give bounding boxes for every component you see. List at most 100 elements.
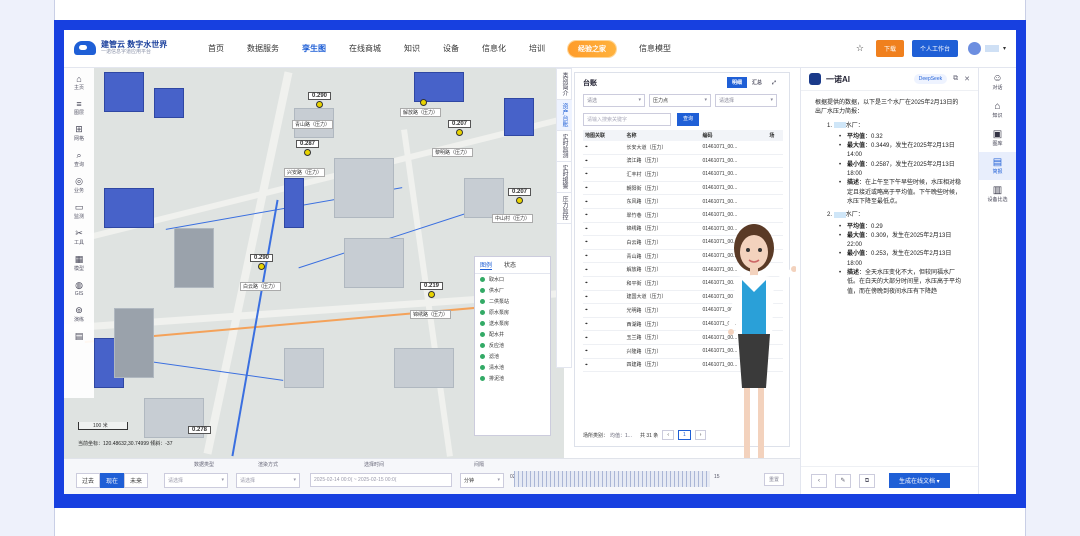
legend-item[interactable]: 滤池 xyxy=(475,351,550,362)
pressure-pin[interactable] xyxy=(420,98,427,106)
tool-query[interactable]: ⌕ 查询 xyxy=(74,150,84,168)
pressure-pin[interactable]: 0.290 xyxy=(308,92,332,108)
legend-item[interactable]: 取水口 xyxy=(475,274,550,285)
status-tab[interactable]: 状态 xyxy=(504,260,516,270)
nav-knowledge[interactable]: 知识 xyxy=(404,43,420,54)
chevron-down-icon[interactable]: ▾ xyxy=(1003,45,1006,52)
pressure-pin[interactable]: 0.290 xyxy=(250,254,274,270)
next-page-button[interactable]: › xyxy=(694,430,707,440)
tab-realtime-monitor[interactable]: 实时监测 xyxy=(557,131,572,162)
rail-chat[interactable]: ☺ 对话 xyxy=(979,68,1016,96)
map-pin-icon[interactable]: ⌖ xyxy=(583,208,625,223)
window-icon[interactable]: ⧉ xyxy=(953,75,958,83)
filter-select-3[interactable]: 请选择 ▾ xyxy=(715,94,777,107)
rail-report[interactable]: ▤ 简报 xyxy=(979,152,1016,180)
now-button[interactable]: 现在 xyxy=(100,473,125,488)
nav-informatization[interactable]: 信息化 xyxy=(482,43,506,54)
legend-item[interactable]: 反应池 xyxy=(475,340,550,351)
workspace-button[interactable]: 个人工作台 xyxy=(911,40,958,57)
tab-category-intro[interactable]: 类别简介 xyxy=(557,69,572,100)
map-pin-icon[interactable]: ⌖ xyxy=(583,181,625,196)
rail-knowledge[interactable]: ⌂ 知识 xyxy=(979,96,1016,124)
tab-summary[interactable]: 汇总 xyxy=(747,77,767,88)
pressure-pin[interactable]: 0.278 xyxy=(188,426,212,434)
map-pin-icon[interactable]: ⌖ xyxy=(583,154,625,169)
tool-tools[interactable]: ✂ 工具 xyxy=(74,228,84,246)
generate-doc-button[interactable]: 生成在线文档 ▾ xyxy=(889,473,950,488)
map-pin-icon[interactable]: ⌖ xyxy=(583,330,625,345)
tool-trash[interactable]: ▤ xyxy=(75,331,84,342)
legend-tab[interactable]: 图例 xyxy=(480,260,493,270)
map-pin-icon[interactable]: ⌖ xyxy=(583,262,625,277)
map-pin-icon[interactable]: ⌖ xyxy=(583,167,625,182)
tab-realtime-alarm[interactable]: 实时报警 xyxy=(557,162,572,193)
rail-gallery[interactable]: ▣ 图库 xyxy=(979,124,1016,152)
twin-map[interactable]: 0.290 青山路（压力） 0.287 兴安路（压力） 解放路（压力） 0.20… xyxy=(64,68,564,458)
tab-detail[interactable]: 明细 xyxy=(726,77,747,88)
table-row[interactable]: ⌖ 滨江路（压力） 01461071_00... xyxy=(583,154,783,169)
expand-icon[interactable]: ⤢ xyxy=(767,78,781,88)
map-pin-icon[interactable]: ⌖ xyxy=(583,358,625,373)
data-type-select[interactable]: 请选择 ▾ xyxy=(164,473,228,488)
pressure-pin[interactable]: 0.287 xyxy=(296,140,320,156)
legend-item[interactable]: 供水厂 xyxy=(475,285,550,296)
tool-monitor[interactable]: ▭ 监测 xyxy=(74,202,84,220)
star-icon[interactable]: ☆ xyxy=(856,43,864,54)
map-pin-icon[interactable]: ⌖ xyxy=(583,194,625,209)
tool-layer[interactable]: ≡ 图层 xyxy=(74,99,84,116)
pressure-pin[interactable]: 0.219 xyxy=(420,282,444,298)
nav-training[interactable]: 培训 xyxy=(529,43,545,54)
prev-page-button[interactable]: ‹ xyxy=(662,430,674,440)
legend-item[interactable]: 配水井 xyxy=(475,329,550,340)
reset-button[interactable]: 重置 xyxy=(764,473,785,486)
tool-business[interactable]: ◎ 业务 xyxy=(74,176,84,194)
nav-home[interactable]: 首页 xyxy=(208,43,224,54)
interval-select[interactable]: 分钟 ▾ xyxy=(460,473,504,488)
map-pin-icon[interactable]: ⌖ xyxy=(583,290,625,305)
page-number[interactable]: 1 xyxy=(677,430,691,440)
legend-item[interactable]: 原水泵房 xyxy=(475,307,550,318)
tool-gis[interactable]: ◍ GIS xyxy=(75,280,84,297)
map-pin-icon[interactable]: ⌖ xyxy=(583,344,625,359)
avatar[interactable] xyxy=(967,42,981,55)
table-row[interactable]: ⌖ 长安大道（压力） 01461071_00... xyxy=(583,141,783,155)
download-button[interactable]: 下载 xyxy=(875,40,904,57)
back-icon[interactable]: ‹ xyxy=(811,473,827,488)
search-button[interactable]: 查询 xyxy=(677,113,700,126)
filter-select-1[interactable]: 请选 ▾ xyxy=(583,94,645,107)
table-row[interactable]: ⌖ 朝阳街（压力） 01461071_00... xyxy=(583,181,783,196)
nav-mall[interactable]: 在线商城 xyxy=(349,43,381,54)
future-button[interactable]: 未来 xyxy=(124,473,149,488)
nav-twin-map[interactable]: 孪生图 xyxy=(302,43,326,54)
tool-drill[interactable]: ⊚ 演练 xyxy=(74,305,84,323)
rail-device-compare[interactable]: ▥ 设备比选 xyxy=(979,180,1016,208)
table-row[interactable]: ⌖ 东风路（压力） 01461071_00... xyxy=(583,194,783,209)
search-input[interactable]: 请输入搜索关键字 xyxy=(583,113,671,126)
model-selector[interactable]: DeepSeek xyxy=(913,74,948,84)
nav-data-service[interactable]: 数据服务 xyxy=(247,43,279,54)
legend-item[interactable]: 二供泵站 xyxy=(475,296,550,307)
timeline-slider[interactable] xyxy=(514,471,710,487)
nav-info-model[interactable]: 信息模型 xyxy=(639,43,671,54)
render-mode-select[interactable]: 请选择 ▾ xyxy=(236,473,300,488)
nav-experience-badge[interactable]: 经验之家 xyxy=(568,40,616,57)
tab-asset-ledger[interactable]: 资产台账 xyxy=(557,100,572,131)
close-icon[interactable]: ✕ xyxy=(964,75,970,83)
map-pin-icon[interactable]: ⌖ xyxy=(583,303,625,318)
copy-icon[interactable]: ⧉ xyxy=(859,473,875,488)
nav-device[interactable]: 设备 xyxy=(443,43,459,54)
map-pin-icon[interactable]: ⌖ xyxy=(583,222,625,237)
tool-grid[interactable]: ⊞ 网格 xyxy=(74,124,84,142)
edit-icon[interactable]: ✎ xyxy=(835,473,851,488)
date-range-picker[interactable]: 2025-02-14 00:0( ~ 2025-02-15 00:0( xyxy=(310,473,452,487)
map-pin-icon[interactable]: ⌖ xyxy=(583,141,625,155)
tool-model[interactable]: ▦ 模型 xyxy=(74,254,84,272)
brand-logo[interactable]: 建管云 数字水世界 一诺信息字道应用平台 xyxy=(74,41,194,56)
tool-home[interactable]: ⌂ 主页 xyxy=(74,74,84,91)
pressure-pin[interactable]: 0.207 xyxy=(448,120,472,136)
tab-pressure-monitor[interactable]: 压力监控 xyxy=(557,193,572,224)
legend-item[interactable]: 排泥池 xyxy=(475,373,550,384)
legend-item[interactable]: 送水泵房 xyxy=(475,318,550,329)
filter-select-2[interactable]: 压力点 ▾ xyxy=(649,94,711,107)
map-pin-icon[interactable]: ⌖ xyxy=(583,317,625,332)
